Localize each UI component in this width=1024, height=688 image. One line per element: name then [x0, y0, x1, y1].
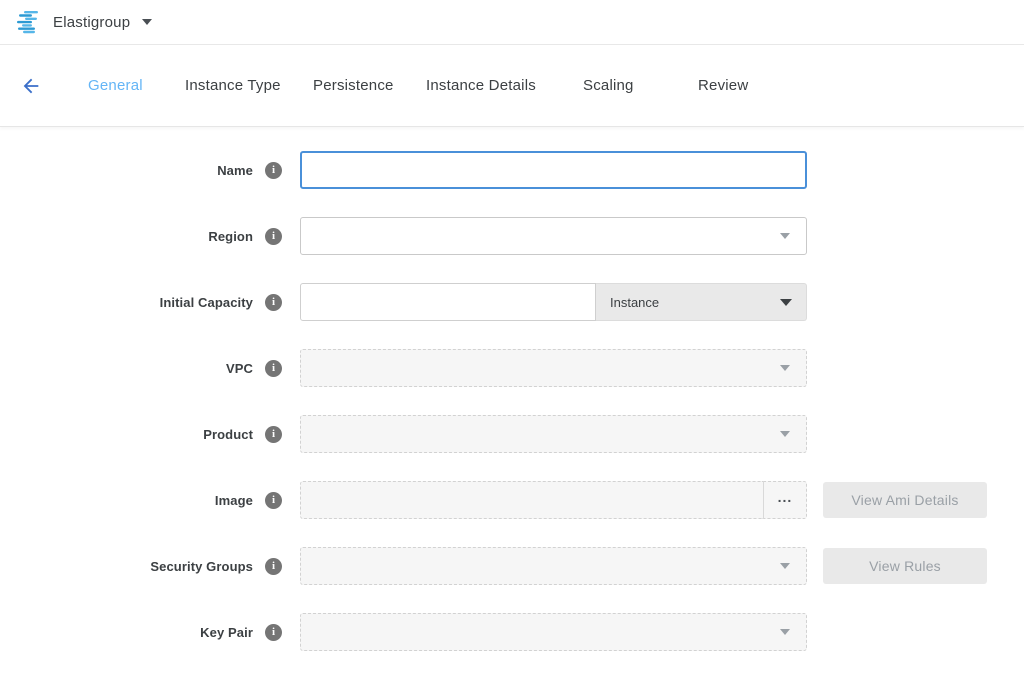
initial-capacity-input[interactable]	[300, 283, 596, 321]
vpc-info-icon[interactable]: i	[265, 360, 282, 377]
region-select[interactable]	[300, 217, 807, 255]
region-info-icon[interactable]: i	[265, 228, 282, 245]
security-groups-label: Security Groups	[150, 559, 253, 574]
form-row-name: Name i	[0, 151, 1024, 189]
form-row-product: Product i	[0, 415, 1024, 453]
tab-scaling[interactable]: Scaling	[583, 67, 698, 104]
view-rules-button[interactable]: View Rules	[823, 548, 987, 584]
brand-menu[interactable]: Elastigroup	[16, 11, 152, 34]
chevron-down-icon	[780, 563, 790, 569]
general-settings-form: Name i Region i Initial Capacity i Insta…	[0, 127, 1024, 651]
tab-instance-details[interactable]: Instance Details	[426, 67, 583, 104]
chevron-down-icon	[780, 431, 790, 437]
form-row-region: Region i	[0, 217, 1024, 255]
image-label: Image	[215, 493, 253, 508]
elastigroup-logo-icon	[16, 11, 43, 34]
form-row-key-pair: Key Pair i	[0, 613, 1024, 651]
tab-general[interactable]: General	[88, 67, 185, 104]
tab-persistence[interactable]: Persistence	[313, 67, 426, 104]
name-label: Name	[217, 163, 253, 178]
vpc-select	[300, 349, 807, 387]
key-pair-label: Key Pair	[200, 625, 253, 640]
initial-capacity-label: Initial Capacity	[160, 295, 253, 310]
form-row-security-groups: Security Groups i View Rules	[0, 547, 1024, 585]
chevron-down-icon	[142, 19, 152, 25]
security-groups-info-icon[interactable]: i	[265, 558, 282, 575]
chevron-down-icon	[780, 299, 792, 306]
vpc-label: VPC	[226, 361, 253, 376]
chevron-down-icon	[780, 233, 790, 239]
chevron-down-icon	[780, 629, 790, 635]
region-label: Region	[208, 229, 253, 244]
image-browse-button[interactable]: ...	[763, 481, 807, 519]
product-label: Product	[203, 427, 253, 442]
wizard-tab-bar: General Instance Type Persistence Instan…	[0, 45, 1024, 127]
capacity-unit-value: Instance	[610, 295, 659, 310]
product-select	[300, 415, 807, 453]
top-bar: Elastigroup	[0, 0, 1024, 45]
tab-review[interactable]: Review	[698, 67, 778, 104]
form-row-image: Image i ... View Ami Details	[0, 481, 1024, 519]
tab-instance-type[interactable]: Instance Type	[185, 67, 313, 104]
key-pair-select	[300, 613, 807, 651]
back-button[interactable]	[18, 73, 44, 99]
arrow-left-icon	[20, 75, 42, 97]
image-input	[300, 481, 763, 519]
name-info-icon[interactable]: i	[265, 162, 282, 179]
capacity-unit-select[interactable]: Instance	[596, 283, 807, 321]
brand-name: Elastigroup	[53, 14, 130, 31]
product-info-icon[interactable]: i	[265, 426, 282, 443]
name-input[interactable]	[300, 151, 807, 189]
form-row-vpc: VPC i	[0, 349, 1024, 387]
initial-capacity-info-icon[interactable]: i	[265, 294, 282, 311]
key-pair-info-icon[interactable]: i	[265, 624, 282, 641]
image-info-icon[interactable]: i	[265, 492, 282, 509]
form-row-initial-capacity: Initial Capacity i Instance	[0, 283, 1024, 321]
wizard-tabs: General Instance Type Persistence Instan…	[88, 67, 778, 104]
security-groups-select	[300, 547, 807, 585]
chevron-down-icon	[780, 365, 790, 371]
view-ami-details-button[interactable]: View Ami Details	[823, 482, 987, 518]
